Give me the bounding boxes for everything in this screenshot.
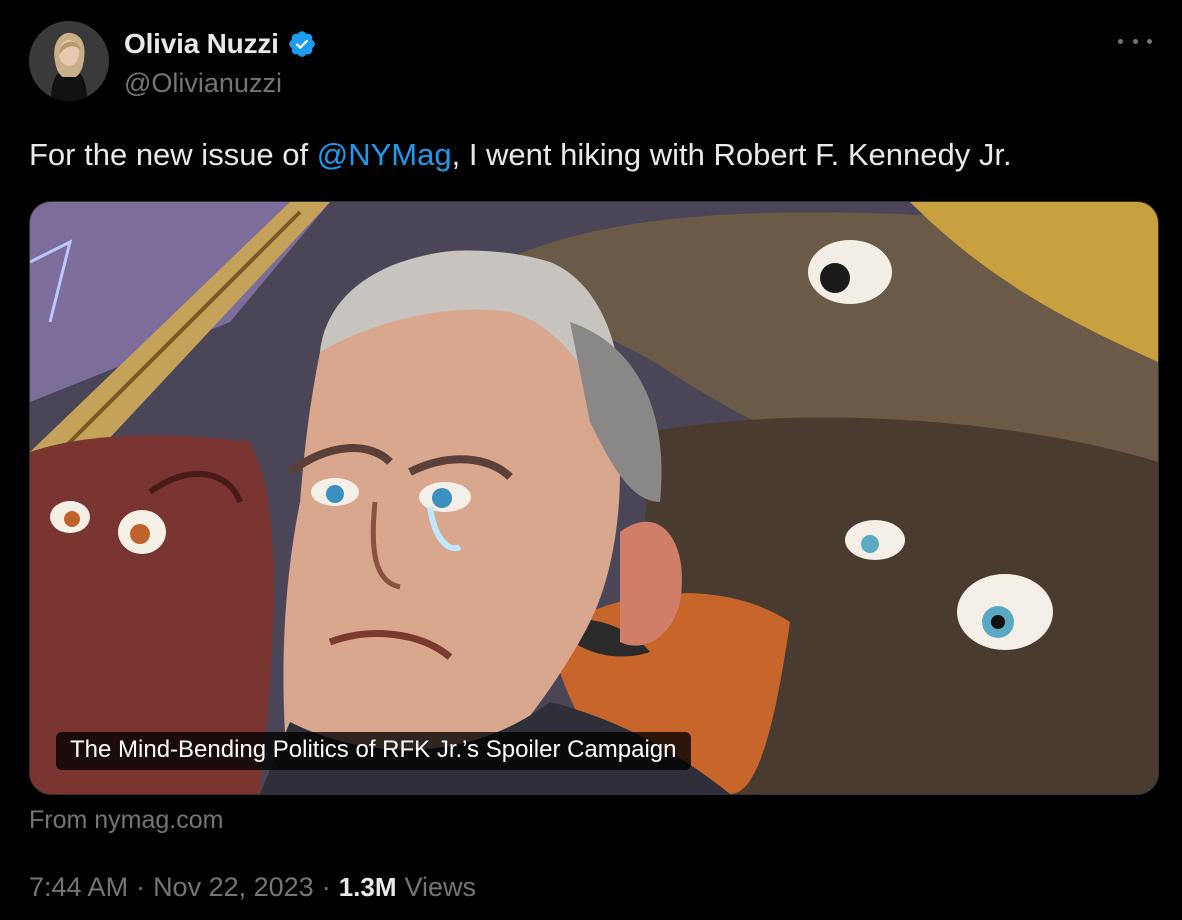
mention-link[interactable]: @NYMag xyxy=(317,137,452,172)
more-dot xyxy=(1118,38,1123,44)
avatar-image xyxy=(29,21,109,101)
tweet-text-before: For the new issue of xyxy=(29,137,317,172)
tweet-text-after: , I went hiking with Robert F. Kennedy J… xyxy=(451,137,1012,172)
author-display-name[interactable]: Olivia Nuzzi xyxy=(124,28,279,60)
more-options-icon[interactable] xyxy=(1118,34,1152,48)
meta-separator: · xyxy=(321,872,331,902)
views-count[interactable]: 1.3M xyxy=(339,872,397,903)
avatar[interactable] xyxy=(29,21,109,101)
more-dot xyxy=(1132,38,1138,44)
tweet-date[interactable]: Nov 22, 2023 xyxy=(153,872,314,903)
card-title: The Mind-Bending Politics of RFK Jr.’s S… xyxy=(56,732,691,770)
author-handle[interactable]: @Olivianuzzi xyxy=(124,68,282,99)
more-dot xyxy=(1147,38,1152,44)
tweet-text: For the new issue of @NYMag, I went hiki… xyxy=(29,137,1012,173)
views-label[interactable]: Views xyxy=(405,872,477,903)
tweet-meta: 7:44 AM · Nov 22, 2023 · 1.3M Views xyxy=(29,872,476,903)
card-illustration xyxy=(30,202,1158,794)
author-name-row: Olivia Nuzzi xyxy=(124,28,317,60)
meta-separator: · xyxy=(136,872,146,902)
link-card[interactable]: The Mind-Bending Politics of RFK Jr.’s S… xyxy=(29,201,1159,795)
verified-badge-icon[interactable] xyxy=(287,29,317,59)
card-source[interactable]: From nymag.com xyxy=(29,806,223,835)
tweet-time[interactable]: 7:44 AM xyxy=(29,872,128,903)
